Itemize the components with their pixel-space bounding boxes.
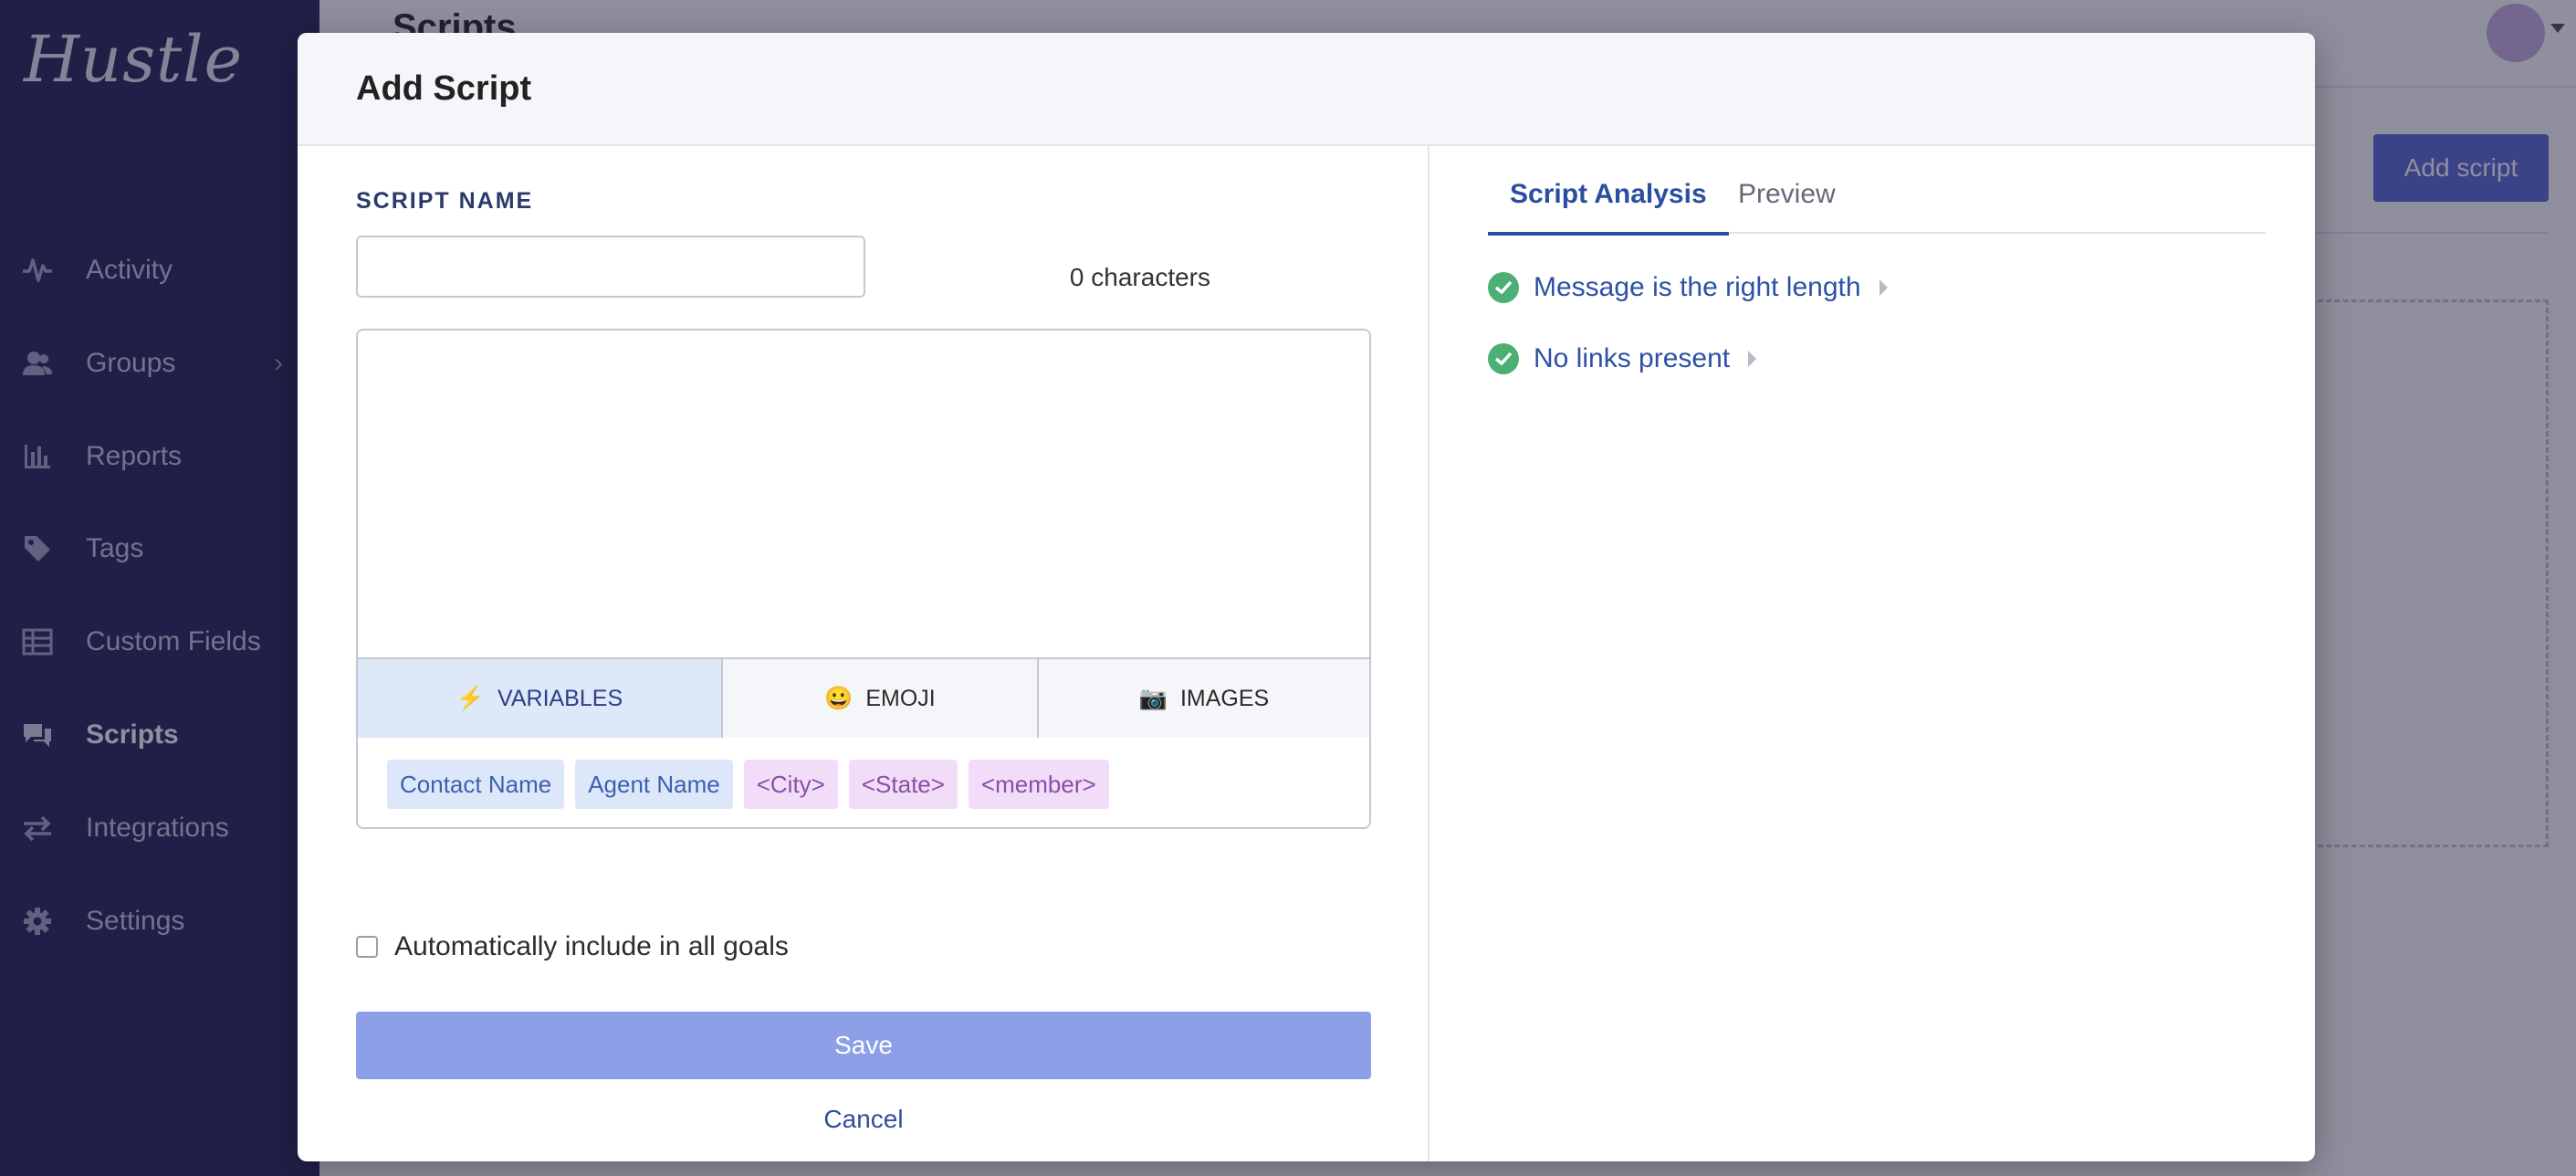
modal-title: Add Script [356, 69, 532, 108]
variable-chip-city[interactable]: <City> [743, 760, 838, 809]
variable-chip-agent-name[interactable]: Agent Name [575, 760, 733, 809]
check-item-length[interactable]: Message is the right length [1488, 272, 1888, 303]
variable-chip-contact-name[interactable]: Contact Name [387, 760, 565, 809]
tab-preview[interactable]: Preview [1716, 179, 1858, 234]
tab-label: VARIABLES [497, 685, 623, 711]
save-button[interactable]: Save [356, 1012, 1371, 1079]
check-circle-icon [1488, 343, 1519, 374]
cancel-button[interactable]: Cancel [356, 1105, 1371, 1134]
tab-variables[interactable]: ⚡ VARIABLES [358, 659, 723, 738]
variable-chip-state[interactable]: <State> [848, 760, 958, 809]
modal-header: Add Script [298, 33, 2315, 146]
message-textarea[interactable] [358, 331, 1369, 657]
smiley-icon: 😀 [824, 685, 853, 711]
message-editor: ⚡ VARIABLES 😀 EMOJI 📷 IMAGES Contact Nam… [356, 329, 1371, 829]
lightning-icon: ⚡ [456, 685, 486, 711]
caret-right-icon [1879, 279, 1888, 296]
column-divider [1428, 146, 1429, 1161]
auto-include-checkbox[interactable] [356, 936, 378, 958]
tab-label: EMOJI [865, 685, 936, 711]
caret-right-icon [1748, 351, 1757, 367]
auto-include-label[interactable]: Automatically include in all goals [394, 931, 789, 962]
script-name-input[interactable] [356, 236, 865, 298]
auto-include-row: Automatically include in all goals [356, 931, 789, 962]
tab-script-analysis[interactable]: Script Analysis [1488, 179, 1729, 236]
editor-tabs: ⚡ VARIABLES 😀 EMOJI 📷 IMAGES [358, 657, 1369, 738]
variable-chip-member[interactable]: <member> [968, 760, 1109, 809]
variable-chips: Contact Name Agent Name <City> <State> <… [387, 760, 1109, 809]
analysis-tabs: Script Analysis Preview [1488, 179, 2266, 236]
script-name-label: SCRIPT NAME [356, 188, 534, 214]
character-count: 0 characters [1069, 263, 1210, 291]
tab-emoji[interactable]: 😀 EMOJI [723, 659, 1039, 738]
check-item-links[interactable]: No links present [1488, 343, 1757, 374]
check-label: Message is the right length [1534, 272, 1861, 302]
add-script-modal: Add Script SCRIPT NAME 0 characters ⚡ VA… [298, 33, 2315, 1161]
tab-label: IMAGES [1179, 685, 1270, 711]
check-label: No links present [1534, 343, 1731, 373]
camera-icon: 📷 [1138, 685, 1168, 711]
tab-images[interactable]: 📷 IMAGES [1039, 659, 1369, 738]
check-circle-icon [1488, 272, 1519, 303]
